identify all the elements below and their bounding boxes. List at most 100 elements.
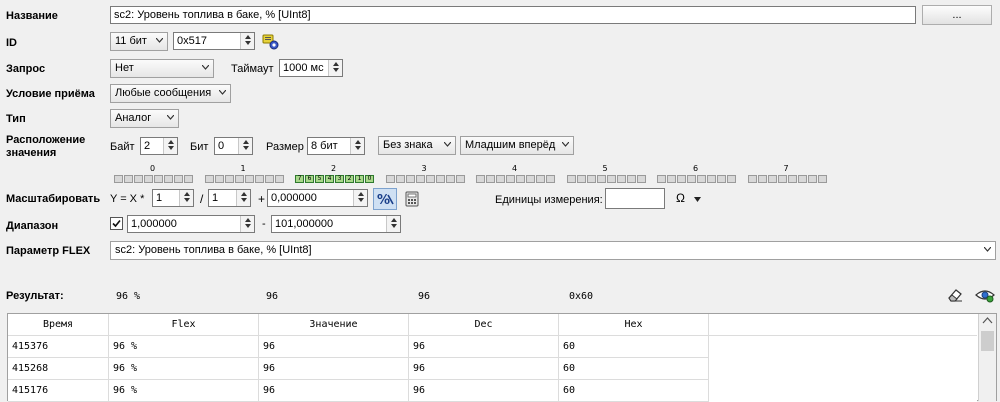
bit-cell[interactable]: [456, 175, 465, 183]
bit-cell[interactable]: [476, 175, 485, 183]
table-row[interactable]: 415376 96 % 96 96 60: [8, 335, 977, 358]
bit-cell[interactable]: [536, 175, 545, 183]
bit-cell[interactable]: [526, 175, 535, 183]
bit-cell[interactable]: [657, 175, 666, 183]
id-value-stepper[interactable]: 0x517: [173, 32, 255, 50]
spin-buttons[interactable]: [328, 60, 342, 76]
bit-cell[interactable]: [567, 175, 576, 183]
spin-buttons[interactable]: [350, 138, 364, 154]
bit-cell[interactable]: [687, 175, 696, 183]
range-min-stepper[interactable]: 1,000000: [127, 215, 255, 233]
column-header[interactable]: Время: [8, 314, 109, 336]
bit-cell[interactable]: [546, 175, 555, 183]
bit-cell[interactable]: [748, 175, 757, 183]
bit-cell[interactable]: 3: [335, 175, 344, 183]
bit-cell[interactable]: [587, 175, 596, 183]
bit-cell[interactable]: [396, 175, 405, 183]
bit-cell[interactable]: [697, 175, 706, 183]
spin-buttons[interactable]: [353, 190, 367, 206]
bit-cell[interactable]: [506, 175, 515, 183]
spin-buttons[interactable]: [238, 138, 252, 154]
bit-cell[interactable]: [215, 175, 224, 183]
size-stepper[interactable]: 8 бит: [307, 137, 365, 155]
bit-cell[interactable]: [205, 175, 214, 183]
request-select[interactable]: Нет: [110, 59, 214, 78]
column-header[interactable]: Hex: [558, 314, 709, 336]
bit-cell[interactable]: [667, 175, 676, 183]
bit-cell[interactable]: 0: [365, 175, 374, 183]
units-input[interactable]: [605, 188, 665, 209]
bit-cell[interactable]: [255, 175, 264, 183]
bit-cell[interactable]: [577, 175, 586, 183]
bit-cell[interactable]: [808, 175, 817, 183]
spin-buttons[interactable]: [163, 138, 177, 154]
bit-cell[interactable]: [637, 175, 646, 183]
bit-cell[interactable]: [134, 175, 143, 183]
units-symbol-button[interactable]: Ω: [676, 191, 702, 205]
range-max-stepper[interactable]: 101,000000: [271, 215, 401, 233]
flex-param-select[interactable]: sc2: Уровень топлива в баке, % [UInt8]: [110, 241, 996, 260]
bit-cell[interactable]: [406, 175, 415, 183]
sign-select[interactable]: Без знака: [378, 136, 456, 155]
id-bits-select[interactable]: 11 бит: [110, 32, 168, 51]
spin-buttons[interactable]: [240, 33, 254, 49]
bit-cell[interactable]: [818, 175, 827, 183]
bit-cell[interactable]: [798, 175, 807, 183]
timeout-stepper[interactable]: 1000 мс: [279, 59, 343, 77]
bit-cell[interactable]: [707, 175, 716, 183]
bit-cell[interactable]: [788, 175, 797, 183]
scroll-up-icon[interactable]: [979, 314, 996, 328]
table-row[interactable]: 415176 96 % 96 96 60: [8, 379, 977, 402]
bit-cell[interactable]: [607, 175, 616, 183]
calculator-icon[interactable]: [405, 191, 419, 207]
column-header[interactable]: Dec: [408, 314, 559, 336]
eraser-icon[interactable]: [946, 287, 964, 303]
scale-offset-stepper[interactable]: 0,000000: [267, 189, 368, 207]
bit-cell[interactable]: [265, 175, 274, 183]
bit-cell[interactable]: [768, 175, 777, 183]
bit-cell[interactable]: [597, 175, 606, 183]
watch-eye-icon[interactable]: [975, 286, 995, 304]
bit-cell[interactable]: [235, 175, 244, 183]
percent-toggle-button[interactable]: %: [373, 188, 397, 210]
byte-stepper[interactable]: 2: [140, 137, 178, 155]
bit-cell[interactable]: [516, 175, 525, 183]
results-table[interactable]: Время Flex Значение Dec Hex 415376 96 % 96 96 60…: [8, 314, 977, 402]
bit-cell[interactable]: 6: [305, 175, 314, 183]
range-checkbox[interactable]: [110, 217, 123, 230]
type-select[interactable]: Аналог: [110, 109, 179, 128]
bit-cell[interactable]: 5: [315, 175, 324, 183]
bit-cell[interactable]: [496, 175, 505, 183]
bit-cell[interactable]: [144, 175, 153, 183]
bit-cell[interactable]: 1: [355, 175, 364, 183]
bit-cell[interactable]: [758, 175, 767, 183]
bit-cell[interactable]: [617, 175, 626, 183]
spin-buttons[interactable]: [179, 190, 193, 206]
bit-cell[interactable]: [174, 175, 183, 183]
bit-cell[interactable]: [124, 175, 133, 183]
bit-cell[interactable]: [677, 175, 686, 183]
scale-denominator-stepper[interactable]: 1: [208, 189, 251, 207]
bit-cell[interactable]: [717, 175, 726, 183]
column-header[interactable]: Значение: [258, 314, 409, 336]
bit-cell[interactable]: [778, 175, 787, 183]
bit-cell[interactable]: [386, 175, 395, 183]
table-scrollbar[interactable]: [978, 314, 996, 401]
bit-cell[interactable]: [245, 175, 254, 183]
bit-cell[interactable]: [164, 175, 173, 183]
bit-cell[interactable]: [627, 175, 636, 183]
table-row[interactable]: 415268 96 % 96 96 60: [8, 357, 977, 380]
spin-buttons[interactable]: [240, 216, 254, 232]
bit-cell[interactable]: [184, 175, 193, 183]
browse-button[interactable]: ...: [922, 5, 992, 25]
id-lookup-icon[interactable]: [262, 34, 279, 50]
scale-numerator-stepper[interactable]: 1: [152, 189, 194, 207]
bit-cell[interactable]: [727, 175, 736, 183]
bit-cell[interactable]: [154, 175, 163, 183]
byte-order-select[interactable]: Младшим вперёд: [460, 136, 574, 155]
bit-cell[interactable]: [446, 175, 455, 183]
name-input[interactable]: sc2: Уровень топлива в баке, % [UInt8]: [110, 6, 916, 24]
spin-buttons[interactable]: [236, 190, 250, 206]
column-header[interactable]: Flex: [108, 314, 259, 336]
bit-cell[interactable]: [275, 175, 284, 183]
